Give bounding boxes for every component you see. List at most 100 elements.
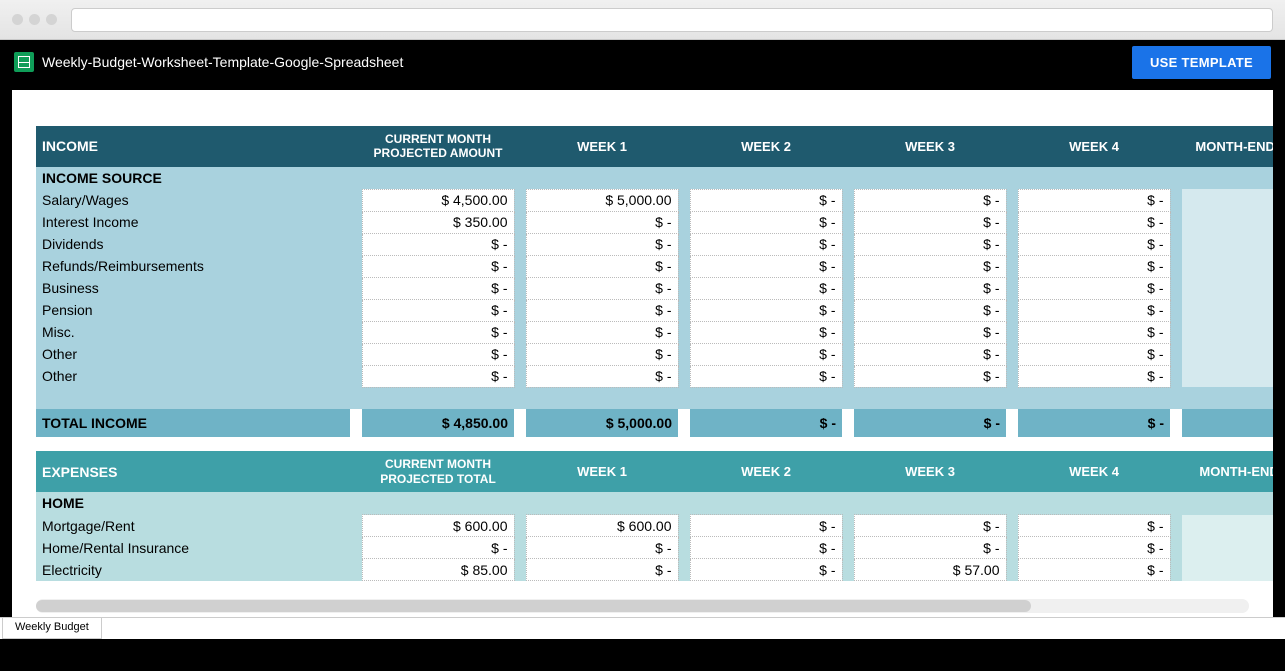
total-income-w2: $ -: [690, 409, 842, 437]
cell-w2[interactable]: $ -: [690, 277, 842, 299]
horizontal-scrollbar[interactable]: [36, 599, 1249, 613]
income-header-title: INCOME: [36, 126, 350, 167]
table-row: Misc. $ - $ - $ - $ - $ -: [36, 321, 1273, 343]
cell-w3[interactable]: $ -: [854, 277, 1006, 299]
cell-projected[interactable]: $ -: [362, 365, 514, 387]
cell-projected[interactable]: $ -: [362, 321, 514, 343]
sheet-tab-weekly-budget[interactable]: Weekly Budget: [2, 618, 102, 639]
cell-projected[interactable]: $ -: [362, 255, 514, 277]
traffic-close-icon[interactable]: [12, 14, 23, 25]
row-label: Business: [36, 277, 350, 299]
cell-w1[interactable]: $ 600.00: [526, 515, 678, 537]
cell-projected[interactable]: $ -: [362, 343, 514, 365]
cell-w1[interactable]: $ -: [526, 343, 678, 365]
cell-w2[interactable]: $ -: [690, 299, 842, 321]
table-row: Interest Income$ 350.00$ -$ -$ -$ -: [36, 211, 1273, 233]
cell-month-end: [1182, 537, 1273, 559]
google-sheets-icon: [14, 52, 34, 72]
cell-w1[interactable]: $ -: [526, 255, 678, 277]
cell-month-end: [1182, 343, 1273, 365]
cell-projected[interactable]: $ -: [362, 233, 514, 255]
cell-w1[interactable]: $ -: [526, 321, 678, 343]
cell-w3[interactable]: $ -: [854, 321, 1006, 343]
cell-w2[interactable]: $ -: [690, 211, 842, 233]
cell-w1[interactable]: $ 5,000.00: [526, 189, 678, 211]
table-row: Home/Rental Insurance$ -$ -$ -$ -$ -: [36, 537, 1273, 559]
section-spacer: [36, 437, 1273, 451]
table-row: Other$ -$ -$ -$ -$ -: [36, 365, 1273, 387]
cell-w4[interactable]: $ -: [1018, 277, 1170, 299]
cell-projected[interactable]: $ 85.00: [362, 559, 514, 581]
horizontal-scrollbar-thumb[interactable]: [36, 600, 1031, 612]
table-row: Salary/Wages $ 4,500.00 $ 5,000.00 $ - $ - $ …: [36, 189, 1273, 211]
cell-w3[interactable]: $ -: [854, 233, 1006, 255]
cell-w2[interactable]: $ -: [690, 365, 842, 387]
cell-w3[interactable]: $ -: [854, 343, 1006, 365]
cell-w2[interactable]: $ -: [690, 189, 842, 211]
cell-w3[interactable]: $ -: [854, 211, 1006, 233]
cell-w1[interactable]: $ -: [526, 299, 678, 321]
cell-w1[interactable]: $ -: [526, 559, 678, 581]
row-label: Dividends: [36, 233, 350, 255]
cell-month-end: [1182, 365, 1273, 387]
cell-w3[interactable]: $ 57.00: [854, 559, 1006, 581]
cell-w1[interactable]: $ -: [526, 211, 678, 233]
expenses-header-week2: WEEK 2: [690, 451, 842, 492]
cell-w2[interactable]: $ -: [690, 515, 842, 537]
cell-w4[interactable]: $ -: [1018, 365, 1170, 387]
cell-projected[interactable]: $ -: [362, 299, 514, 321]
cell-w4[interactable]: $ -: [1018, 537, 1170, 559]
table-row: Dividends $ - $ - $ - $ - $ -: [36, 233, 1273, 255]
table-row: Pension$ -$ -$ -$ -$ -: [36, 299, 1273, 321]
cell-w3[interactable]: $ -: [854, 365, 1006, 387]
app-bar: Weekly-Budget-Worksheet-Template-Google-…: [0, 40, 1285, 84]
cell-month-end: $ 5,000.: [1182, 189, 1273, 211]
cell-w3[interactable]: $ -: [854, 299, 1006, 321]
cell-w1[interactable]: $ -: [526, 537, 678, 559]
cell-w3[interactable]: $ -: [854, 255, 1006, 277]
row-label: Other: [36, 343, 350, 365]
cell-w3[interactable]: $ -: [854, 515, 1006, 537]
cell-w1[interactable]: $ -: [526, 233, 678, 255]
cell-w4[interactable]: $ -: [1018, 515, 1170, 537]
expenses-header-row: EXPENSES CURRENT MONTH PROJECTED TOTAL W…: [36, 451, 1273, 492]
cell-w4[interactable]: $ -: [1018, 211, 1170, 233]
cell-projected[interactable]: $ -: [362, 537, 514, 559]
cell-projected[interactable]: $ 4,500.00: [362, 189, 514, 211]
cell-w4[interactable]: $ -: [1018, 255, 1170, 277]
cell-projected[interactable]: $ 600.00: [362, 515, 514, 537]
cell-w4[interactable]: $ -: [1018, 321, 1170, 343]
row-label: Salary/Wages: [36, 189, 350, 211]
cell-month-end: [1182, 255, 1273, 277]
document-title: Weekly-Budget-Worksheet-Template-Google-…: [42, 54, 403, 70]
row-label: Misc.: [36, 321, 350, 343]
sheet-scroll[interactable]: INCOME CURRENT MONTH PROJECTED AMOUNT WE…: [36, 126, 1273, 595]
cell-month-end: $ 600.: [1182, 515, 1273, 537]
cell-w2[interactable]: $ -: [690, 321, 842, 343]
cell-w4[interactable]: $ -: [1018, 233, 1170, 255]
cell-projected[interactable]: $ 350.00: [362, 211, 514, 233]
income-header-week1: WEEK 1: [526, 126, 678, 167]
cell-w2[interactable]: $ -: [690, 559, 842, 581]
cell-w2[interactable]: $ -: [690, 343, 842, 365]
cell-projected[interactable]: $ -: [362, 277, 514, 299]
url-bar[interactable]: [71, 8, 1273, 32]
cell-w3[interactable]: $ -: [854, 537, 1006, 559]
total-income-label: TOTAL INCOME: [36, 409, 350, 437]
cell-w4[interactable]: $ -: [1018, 299, 1170, 321]
row-label: Electricity: [36, 559, 350, 581]
cell-w4[interactable]: $ -: [1018, 189, 1170, 211]
expenses-header-week4: WEEK 4: [1018, 451, 1170, 492]
cell-w2[interactable]: $ -: [690, 255, 842, 277]
table-row: Electricity$ 85.00$ -$ -$ 57.00$ -$ 57.: [36, 559, 1273, 581]
traffic-max-icon[interactable]: [46, 14, 57, 25]
cell-w3[interactable]: $ -: [854, 189, 1006, 211]
cell-w1[interactable]: $ -: [526, 277, 678, 299]
cell-w2[interactable]: $ -: [690, 537, 842, 559]
cell-w1[interactable]: $ -: [526, 365, 678, 387]
cell-w4[interactable]: $ -: [1018, 343, 1170, 365]
traffic-min-icon[interactable]: [29, 14, 40, 25]
cell-w4[interactable]: $ -: [1018, 559, 1170, 581]
use-template-button[interactable]: USE TEMPLATE: [1132, 46, 1271, 79]
cell-w2[interactable]: $ -: [690, 233, 842, 255]
